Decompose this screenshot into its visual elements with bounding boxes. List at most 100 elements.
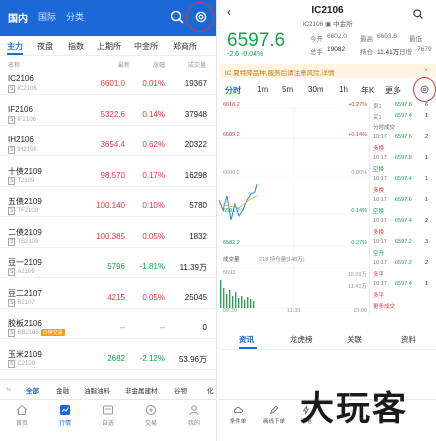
row-change: 0.05% xyxy=(142,292,165,302)
cat-chem[interactable]: 化 xyxy=(207,385,214,395)
tab-international[interactable]: 国际 xyxy=(38,10,56,23)
subtab-night[interactable]: 夜盘 xyxy=(37,41,53,52)
period-30m[interactable]: 30m xyxy=(308,85,324,94)
col-change[interactable]: 涨幅 xyxy=(153,60,165,69)
filter-icon[interactable]: ⇆ xyxy=(6,385,11,393)
period-intraday[interactable]: 分时 xyxy=(225,85,241,96)
exchange-tag-icon: S xyxy=(8,329,16,337)
btn-draw-order[interactable]: 画线下单 xyxy=(259,405,289,425)
row-code-text: IH2106 xyxy=(17,147,37,153)
period-1m[interactable]: 1m xyxy=(257,85,268,94)
info-tab-underline xyxy=(239,347,257,349)
watchlist-icon xyxy=(103,405,113,415)
risk-notice[interactable]: IC 夏特降品种,服务后请注意风险,详情 × xyxy=(219,64,436,78)
cat-finance[interactable]: 金融 xyxy=(56,385,69,395)
table-row[interactable]: 豆一2109 S A2109 5796 -1.81% 11.39万 xyxy=(0,254,216,278)
orderbook-row: 多平 xyxy=(373,270,435,280)
period-more[interactable]: 更多 xyxy=(385,85,401,96)
row-price: 5796 xyxy=(107,262,125,271)
table-row[interactable]: 二债2109 S TS2109 100.385 0.05% 1832 xyxy=(0,224,216,248)
row-change: -1.81% xyxy=(139,262,165,271)
quote-summary: 6597.6 -2.6 -0.04% 今开 6602.0 最高 6603.6 最… xyxy=(219,30,436,62)
orderbook-price: 6597.4 xyxy=(395,217,412,224)
exchange-subtabs: 主力 夜盘 指数 上期所 中金所 郑商所 xyxy=(0,36,216,56)
search-icon[interactable] xyxy=(169,9,185,25)
cat-grain[interactable]: 谷物 xyxy=(174,385,187,395)
row-volume: 11.39万 xyxy=(179,263,207,272)
orderbook-label: 买1 xyxy=(373,114,382,121)
tab-category[interactable]: 分类 xyxy=(66,10,84,23)
tab-domestic[interactable]: 国内 xyxy=(8,10,28,25)
cat-oil[interactable]: 油脂油料 xyxy=(84,385,110,395)
highlight-circle xyxy=(413,77,436,102)
cat-all[interactable]: 全部 xyxy=(26,385,39,395)
info-tab-related[interactable]: 关联 xyxy=(347,334,362,345)
table-row[interactable]: 玉米2109 S C2109 2682 -2.12% 53.96万 xyxy=(0,346,216,370)
btn-condition-order-label: 条件单 xyxy=(229,419,247,425)
close-icon[interactable]: × xyxy=(424,67,428,74)
search-icon[interactable] xyxy=(412,8,424,20)
subtab-czce[interactable]: 郑商所 xyxy=(173,41,197,52)
orderbook-volume: 1 xyxy=(425,196,429,203)
table-row[interactable]: 胶板2106 S BB2106 日停交易 -- -- 0 xyxy=(0,315,216,339)
table-row[interactable]: 十债2109 S T2109 98.570 0.17% 16298 xyxy=(0,163,216,187)
volume-title: 成交量 xyxy=(223,257,240,263)
col-latest[interactable]: 最新 xyxy=(118,60,130,69)
category-bar: ⇆ 全部 金融 油脂油料 非金属建材 谷物 化 xyxy=(0,379,216,397)
table-row[interactable]: IF2106 S IF2106 5322.6 0.14% 37948 xyxy=(0,102,216,126)
pct-bottom-label: -0.27% xyxy=(349,240,367,246)
orderbook-label: 10:17 xyxy=(373,280,387,287)
nav-watchlist[interactable]: 自选 xyxy=(88,404,128,427)
table-row[interactable]: IH2106 S IH2106 3654.4 0.62% 20322 xyxy=(0,132,216,156)
period-yk[interactable]: 年K xyxy=(361,85,374,96)
avg-line xyxy=(219,195,258,209)
cat-building[interactable]: 非金属建材 xyxy=(125,385,158,395)
row-price: -- xyxy=(119,323,125,332)
exchange-tag-icon: S xyxy=(8,298,16,307)
order-book: 卖1 6597.8 6 买1 6597.4 1 分时成交 10:17 6597.6 2 多换 10:1… xyxy=(369,100,436,315)
row-price: 6601.0 xyxy=(100,79,125,88)
nav-profile[interactable]: 我的 xyxy=(174,404,214,427)
trade-icon xyxy=(145,404,157,416)
stat-amount-label: 持仓 xyxy=(360,49,373,56)
market-header: 国内 国际 分类 xyxy=(0,0,216,36)
info-tab-rank[interactable]: 龙虎榜 xyxy=(290,334,313,345)
stat-high: 6603.6 xyxy=(377,33,397,40)
info-tab-profile[interactable]: 资料 xyxy=(401,334,416,345)
orderbook-price: 6597.8 xyxy=(395,154,412,161)
exchange-tag-icon: S xyxy=(8,85,16,93)
orderbook-label: 10:17 xyxy=(373,133,387,140)
price-change: -2.6 -0.04% xyxy=(227,51,264,58)
nav-market[interactable]: 行情 xyxy=(45,404,85,427)
btn-condition-order[interactable]: 条件单 xyxy=(223,405,253,425)
market-list-screen: 国内 国际 分类 主力 夜盘 指数 上期所 中金所 郑商所 名称 最新 涨幅 成… xyxy=(0,0,217,441)
nav-trade[interactable]: 交易 xyxy=(131,404,171,427)
row-change: -2.12% xyxy=(139,353,165,363)
intraday-chart[interactable]: 6618.2 6609.2 6600.2 6591.2 6582.2 +0.27… xyxy=(219,100,369,315)
stat-amount: 11.41万 xyxy=(377,49,400,56)
stat-low-label: 最低 xyxy=(409,36,422,43)
subtab-index[interactable]: 指数 xyxy=(68,41,84,52)
watermark-text: 大玩客 xyxy=(300,389,408,429)
table-row[interactable]: 豆二2107 S B2107 4215 0.05% 25045 xyxy=(0,285,216,309)
orderbook-label: 10:17 xyxy=(373,259,387,266)
row-price: 2682 xyxy=(107,353,125,363)
orderbook-price: 6597.6 xyxy=(395,196,412,203)
subtab-shfe[interactable]: 上期所 xyxy=(97,41,121,52)
info-tab-news[interactable]: 资讯 xyxy=(239,334,254,345)
orderbook-label: 空开 xyxy=(373,251,385,257)
subtab-main[interactable]: 主力 xyxy=(7,41,23,52)
subtab-underline xyxy=(7,53,23,55)
period-1h[interactable]: 1h xyxy=(339,85,348,94)
right-volume-1: 12.09万 xyxy=(347,272,367,278)
table-row[interactable]: 五债2109 S TF2109 100.140 0.10% 5780 xyxy=(0,193,216,217)
orderbook-volume: 2 xyxy=(425,259,429,266)
table-row[interactable]: IC2106 S IC2106 6601.0 0.01% 19367 xyxy=(0,71,216,95)
period-5m[interactable]: 5m xyxy=(282,85,293,94)
subtab-cffex[interactable]: 中金所 xyxy=(134,41,158,52)
col-volume[interactable]: 成交量 xyxy=(188,60,206,69)
nav-home[interactable]: 首页 xyxy=(2,404,42,427)
row-name: 十债2109 xyxy=(8,166,42,176)
col-name[interactable]: 名称 xyxy=(8,60,20,69)
price-4-label: 6591.2 xyxy=(223,208,240,214)
